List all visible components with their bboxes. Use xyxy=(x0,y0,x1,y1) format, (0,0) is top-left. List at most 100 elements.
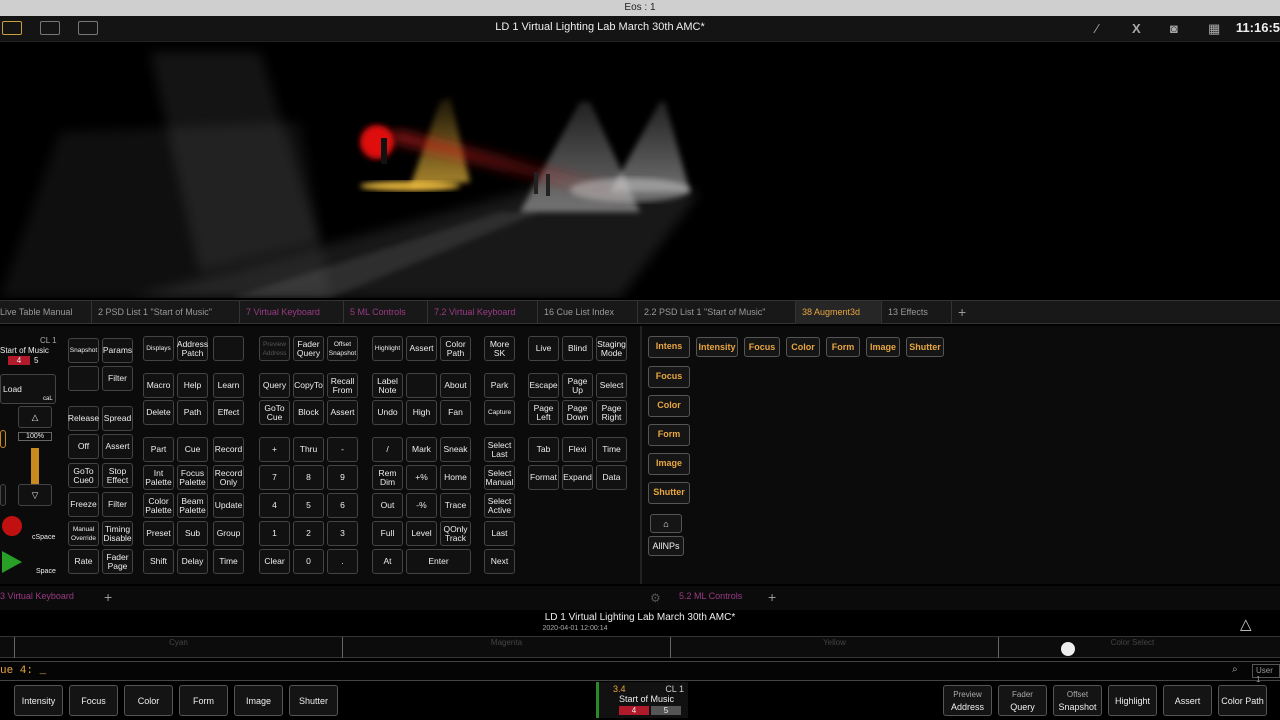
key-beam-palette[interactable]: Beam Palette xyxy=(177,493,208,518)
key-filter[interactable]: Filter xyxy=(102,366,133,391)
softkey-form[interactable]: Form xyxy=(179,685,228,716)
key-color-palette[interactable]: Color Palette xyxy=(143,493,174,518)
key-escape[interactable]: Escape xyxy=(528,373,559,398)
key-label-note[interactable]: Label Note xyxy=(372,373,403,398)
key--[interactable]: + xyxy=(259,437,290,462)
tab-8[interactable]: 13 Effects xyxy=(882,301,952,324)
encoder-cyan[interactable]: Cyan xyxy=(14,637,342,658)
key--[interactable]: / xyxy=(372,437,403,462)
key-select-last[interactable]: Select Last xyxy=(484,437,515,462)
key-8[interactable]: 8 xyxy=(293,465,324,490)
user-badge[interactable]: User 1 xyxy=(1252,664,1280,684)
key-update[interactable]: Update xyxy=(213,493,244,518)
key-freeze[interactable]: Freeze xyxy=(68,492,99,517)
key-highlight[interactable]: Highlight xyxy=(372,336,403,361)
key-page-up[interactable]: Page Up xyxy=(562,373,593,398)
key-rate[interactable]: Rate xyxy=(68,549,99,574)
key-query[interactable]: Query xyxy=(259,373,290,398)
key-1[interactable]: 1 xyxy=(259,521,290,546)
tab-5[interactable]: 16 Cue List Index xyxy=(538,301,638,324)
key--[interactable]: - xyxy=(327,437,358,462)
key-cue[interactable]: Cue xyxy=(177,437,208,462)
wand-icon[interactable]: ⁄ xyxy=(1096,21,1098,36)
key-preset[interactable]: Preset xyxy=(143,521,174,546)
key-out[interactable]: Out xyxy=(372,493,403,518)
param-category-focus[interactable]: Focus xyxy=(648,366,690,388)
key-time[interactable]: Time xyxy=(596,437,627,462)
key-offset-snapshot[interactable]: Offset Snapshot xyxy=(327,336,358,361)
key-focus-palette[interactable]: Focus Palette xyxy=(177,465,208,490)
key-expand[interactable]: Expand xyxy=(562,465,593,490)
tab-6[interactable]: 2.2 PSD List 1 "Start of Music" xyxy=(638,301,796,324)
encoder-color-select[interactable]: Color Select xyxy=(998,637,1266,658)
key-preview-address[interactable]: Preview Address xyxy=(259,336,290,361)
tab-9[interactable]: + xyxy=(952,301,982,324)
param-tab-focus[interactable]: Focus xyxy=(744,337,780,357)
key-full[interactable]: Full xyxy=(372,521,403,546)
key-address-patch[interactable]: Address Patch xyxy=(177,336,208,361)
key-7[interactable]: 7 xyxy=(259,465,290,490)
encoder-magenta[interactable]: Magenta xyxy=(342,637,670,658)
tab-0[interactable]: Live Table Manual xyxy=(0,301,92,324)
home-button[interactable]: ⌂ xyxy=(650,514,682,533)
key-blank-68[interactable] xyxy=(406,373,437,398)
stop-button[interactable] xyxy=(2,516,22,536)
param-category-shutter[interactable]: Shutter xyxy=(648,482,690,504)
key-blank-18[interactable] xyxy=(213,336,244,361)
param-tab-shutter[interactable]: Shutter xyxy=(906,337,944,357)
key-release[interactable]: Release xyxy=(68,406,99,431)
color-select-knob[interactable] xyxy=(1061,642,1075,656)
softkey-intensity[interactable]: Intensity xyxy=(14,685,63,716)
key-staging-mode[interactable]: Staging Mode xyxy=(596,336,627,361)
tab-7[interactable]: 38 Augment3d xyxy=(796,301,882,324)
key-capture[interactable]: Capture xyxy=(484,400,515,425)
softkey-color-path[interactable]: Color Path xyxy=(1218,685,1267,716)
fader-down-button[interactable]: ▽ xyxy=(18,484,52,506)
encoder-yellow[interactable]: Yellow xyxy=(670,637,998,658)
tab-3[interactable]: 5 ML Controls xyxy=(344,301,428,324)
expand-triangle-icon[interactable]: △ xyxy=(1240,615,1252,633)
key-blank-2[interactable] xyxy=(68,366,99,391)
key-fan[interactable]: Fan xyxy=(440,400,471,425)
tab-ml-controls-lower[interactable]: 5.2 ML Controls xyxy=(679,591,742,601)
key-recall-from[interactable]: Recall From xyxy=(327,373,358,398)
key-0[interactable]: 0 xyxy=(293,549,324,574)
key-about[interactable]: About xyxy=(440,373,471,398)
key-6[interactable]: 6 xyxy=(327,493,358,518)
key-data[interactable]: Data xyxy=(596,465,627,490)
tab-4[interactable]: 7.2 Virtual Keyboard xyxy=(428,301,538,324)
key-learn[interactable]: Learn xyxy=(213,373,244,398)
fader-up-button[interactable]: △ xyxy=(18,406,52,428)
param-tab-intensity[interactable]: Intensity xyxy=(696,337,738,357)
key-time[interactable]: Time xyxy=(213,549,244,574)
key-record[interactable]: Record xyxy=(213,437,244,462)
key-delay[interactable]: Delay xyxy=(177,549,208,574)
param-tab-intens[interactable]: Intens xyxy=(648,336,690,358)
key-qonly-track[interactable]: QOnly Track xyxy=(440,521,471,546)
softkey-assert[interactable]: Assert xyxy=(1163,685,1212,716)
augment3d-viewport[interactable] xyxy=(0,42,1280,298)
tab-virtual-keyboard-lower[interactable]: 3 Virtual Keyboard xyxy=(0,591,74,601)
go-button[interactable] xyxy=(2,551,22,573)
key--[interactable]: +% xyxy=(406,465,437,490)
softkey-address[interactable]: Preview Address xyxy=(943,685,992,716)
key-goto-cue[interactable]: GoTo Cue xyxy=(259,400,290,425)
param-tab-color[interactable]: Color xyxy=(786,337,820,357)
key-timing-disable[interactable]: Timing Disable xyxy=(102,521,133,546)
param-tab-form[interactable]: Form xyxy=(826,337,860,357)
param-category-form[interactable]: Form xyxy=(648,424,690,446)
key-spread[interactable]: Spread xyxy=(102,406,133,431)
key-off[interactable]: Off xyxy=(68,434,99,459)
key-select-active[interactable]: Select Active xyxy=(484,493,515,518)
key-page-right[interactable]: Page Right xyxy=(596,400,627,425)
add-tab-lower-left[interactable]: + xyxy=(104,589,112,605)
key-int-palette[interactable]: Int Palette xyxy=(143,465,174,490)
key-part[interactable]: Part xyxy=(143,437,174,462)
key-color-path[interactable]: Color Path xyxy=(440,336,471,361)
key-enter[interactable]: Enter xyxy=(406,549,471,574)
key-home[interactable]: Home xyxy=(440,465,471,490)
allnps-button[interactable]: AllNPs xyxy=(648,536,684,556)
key-fader-page[interactable]: Fader Page xyxy=(102,549,133,574)
key-select[interactable]: Select xyxy=(596,373,627,398)
key-stop-effect[interactable]: Stop Effect xyxy=(102,463,133,488)
